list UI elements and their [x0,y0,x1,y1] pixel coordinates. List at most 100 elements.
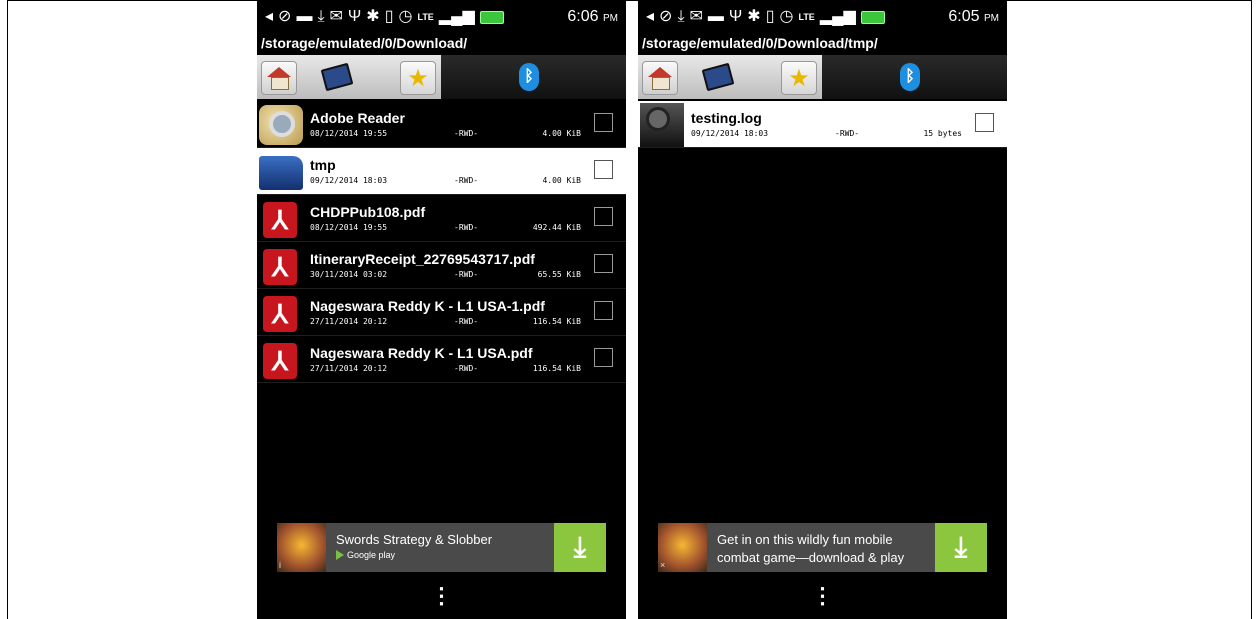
file-permissions: -RWD- [454,223,479,232]
vibrate-icon: ▯ [384,8,394,25]
file-name: testing.log [691,110,762,126]
status-time: 6:05 [948,8,980,25]
sd-card-button[interactable] [701,61,735,93]
select-checkbox[interactable] [594,113,613,132]
ad-close-icon[interactable]: × [660,560,665,570]
sd-card-icon [320,62,354,92]
ad-text: Get in on this wildly fun mobile combat … [717,532,905,565]
no-sim-icon: ⊘ [278,8,292,25]
file-size: 492.44 KiB [532,223,581,232]
bluetooth-button[interactable]: ᛒ [519,63,539,91]
file-date: 30/11/2014 03:02 [310,270,388,279]
select-checkbox[interactable] [594,160,613,179]
select-checkbox[interactable] [594,301,613,320]
file-date: 27/11/2014 20:12 [310,364,388,373]
ad-banner[interactable]: i Swords Strategy & Slobber Google play … [277,523,606,572]
pdf-icon: ⅄ [263,249,297,285]
favorites-button[interactable]: ★ [781,61,817,95]
file-date: 09/12/2014 18:03 [691,129,769,138]
status-bar: ◂ ⊘ ⤓ ✉ ▬ Ψ ✱ ▯ ◷ LTE ▂▄▆ 6:05 PM [638,1,1007,33]
select-checkbox[interactable] [975,113,994,132]
usb-icon: Ψ [347,8,362,25]
home-button[interactable] [261,61,297,95]
bluetooth-icon: ✱ [747,8,761,25]
file-name: CHDPPub108.pdf [310,204,426,220]
ad-game-image [658,523,707,572]
bluetooth-icon: ✱ [366,8,380,25]
file-row-chdppub108[interactable]: ⅄ CHDPPub108.pdf 08/12/2014 19:55 -RWD- … [257,195,626,242]
file-size: 65.55 KiB [537,270,581,279]
vibrate-icon: ▯ [765,8,775,25]
select-checkbox[interactable] [594,348,613,367]
ad-download-button[interactable]: ⤓ [554,523,606,572]
ad-banner[interactable]: × Get in on this wildly fun mobile comba… [658,523,987,572]
battery-icon [479,10,504,24]
favorites-button[interactable]: ★ [400,61,436,95]
file-size: 4.00 KiB [542,176,581,185]
phone-screen-right: ◂ ⊘ ⤓ ✉ ▬ Ψ ✱ ▯ ◷ LTE ▂▄▆ 6:05 PM /stora… [638,1,1007,619]
status-ampm: PM [984,13,999,24]
phone-screen-left: ◂ ⊘ ▬ ⤓ ✉ Ψ ✱ ▯ ◷ LTE ▂▄▆ 6:06 PM /stora… [257,1,626,619]
file-row-adobe-reader[interactable]: Adobe Reader 08/12/2014 19:55 -RWD- 4.00… [257,101,626,148]
pdf-icon: ⅄ [263,202,297,238]
download-icon: ⤓ [954,531,968,562]
back-key-icon: ◂ [646,8,655,25]
file-permissions: -RWD- [835,129,860,138]
status-bar: ◂ ⊘ ▬ ⤓ ✉ Ψ ✱ ▯ ◷ LTE ▂▄▆ 6:06 PM [257,1,626,33]
google-play-icon [336,550,344,560]
screenshot-frame [7,0,1252,619]
battery-icon [860,10,885,24]
file-size: 116.54 KiB [532,364,581,373]
bluetooth-icon: ᛒ [905,68,915,85]
signal-icon: ▂▄▆ [438,8,475,25]
ad-text: Swords Strategy & Slobber [336,532,493,547]
folder-icon [259,156,303,190]
star-icon: ★ [407,64,429,92]
screen-icon: ▬ [296,8,313,25]
toolbar: ★ ᛒ [638,55,1007,99]
usb-icon: Ψ [728,8,743,25]
file-row-nageswara-usa[interactable]: ⅄ Nageswara Reddy K - L1 USA.pdf 27/11/2… [257,336,626,383]
status-ampm: PM [603,13,618,24]
file-size: 15 bytes [923,129,962,138]
overflow-menu-button[interactable]: ⋮ [812,585,834,607]
back-key-icon: ◂ [265,8,274,25]
ad-download-button[interactable]: ⤓ [935,523,987,572]
select-checkbox[interactable] [594,207,613,226]
overflow-menu-button[interactable]: ⋮ [431,585,453,607]
home-button[interactable] [642,61,678,95]
bluetooth-icon: ᛒ [524,68,534,85]
star-icon: ★ [788,64,810,92]
download-icon: ⤓ [677,8,685,25]
file-name: Adobe Reader [310,110,405,126]
sd-card-button[interactable] [320,61,354,93]
mail-icon: ✉ [329,8,343,25]
home-icon [267,67,291,77]
ad-info-icon[interactable]: i [279,560,281,570]
pdf-icon: ⅄ [263,296,297,332]
current-path: /storage/emulated/0/Download/ [261,35,468,51]
file-row-tmp[interactable]: tmp 09/12/2014 18:03 -RWD- 4.00 KiB [257,148,626,195]
download-icon: ⤓ [317,8,325,25]
alarm-icon: ◷ [779,8,794,25]
toolbar: ★ ᛒ [257,55,626,99]
lte-icon: LTE [798,11,815,22]
file-row-itinerary-receipt[interactable]: ⅄ ItineraryReceipt_22769543717.pdf 30/11… [257,242,626,289]
file-permissions: -RWD- [454,176,479,185]
file-row-testing-log[interactable]: testing.log 09/12/2014 18:03 -RWD- 15 by… [638,101,1007,148]
signal-icon: ▂▄▆ [819,8,856,25]
pdf-icon: ⅄ [263,343,297,379]
file-list: Adobe Reader 08/12/2014 19:55 -RWD- 4.00… [257,101,626,383]
bluetooth-button[interactable]: ᛒ [900,63,920,91]
log-file-icon [640,103,684,147]
sd-card-icon [701,62,735,92]
file-row-nageswara-usa-1[interactable]: ⅄ Nageswara Reddy K - L1 USA-1.pdf 27/11… [257,289,626,336]
file-permissions: -RWD- [454,129,479,138]
home-icon [648,67,672,77]
file-name: Nageswara Reddy K - L1 USA-1.pdf [310,298,545,314]
file-permissions: -RWD- [454,317,479,326]
file-date: 09/12/2014 18:03 [310,176,388,185]
file-date: 08/12/2014 19:55 [310,223,388,232]
file-date: 27/11/2014 20:12 [310,317,388,326]
select-checkbox[interactable] [594,254,613,273]
